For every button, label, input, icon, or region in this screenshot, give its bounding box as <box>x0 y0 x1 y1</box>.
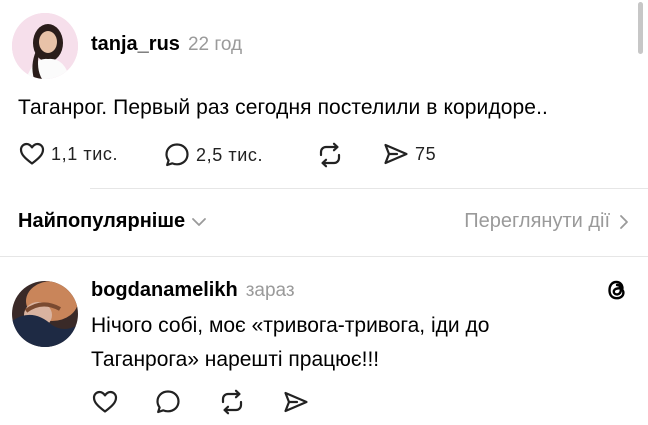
reply-header: bogdanamelikh зараз <box>91 279 295 302</box>
repost-button[interactable] <box>316 142 344 168</box>
reply-text-line-2: Таганрога» нарешті працює!!! <box>91 348 380 371</box>
reply-text: Нічого собі, моє «тривога-тривога, іди д… <box>91 309 631 377</box>
view-activity-link[interactable]: Переглянути дії <box>464 210 630 233</box>
reply-username[interactable]: bogdanamelikh <box>91 279 238 301</box>
sort-dropdown[interactable]: Найпопулярніше <box>18 210 207 233</box>
chevron-right-icon <box>620 214 628 229</box>
heart-icon <box>92 390 118 413</box>
divider <box>90 188 648 189</box>
post-username[interactable]: tanja_rus <box>91 33 180 55</box>
share-count: 75 <box>415 143 437 164</box>
scrollbar[interactable] <box>638 2 643 54</box>
comment-bubble-icon <box>156 390 180 414</box>
view-activity-label: Переглянути дії <box>464 210 610 232</box>
comment-button[interactable]: 2,5 тис. <box>164 142 263 168</box>
send-icon <box>284 391 308 413</box>
post-header: tanja_rus 22 год <box>91 33 242 56</box>
heart-icon <box>19 142 45 165</box>
reply-count: 2,5 тис. <box>196 144 264 165</box>
post-time: 22 год <box>187 34 243 55</box>
sort-label: Найпопулярніше <box>18 210 186 232</box>
divider <box>0 256 648 257</box>
like-count: 1,1 тис. <box>51 143 119 164</box>
post-author-avatar[interactable] <box>12 13 78 79</box>
threads-logo-icon[interactable] <box>604 277 630 308</box>
chevron-down-icon <box>192 217 207 226</box>
reply-like-button[interactable] <box>92 390 118 414</box>
reply-share-button[interactable] <box>283 390 309 414</box>
repost-icon <box>319 142 341 168</box>
reply-time: зараз <box>245 280 295 301</box>
repost-icon <box>221 389 243 415</box>
reply-repost-button[interactable] <box>218 389 246 415</box>
reply-text-line-1: Нічого собі, моє «тривога-тривога, іди д… <box>91 314 490 337</box>
reply-author-avatar[interactable] <box>12 281 78 347</box>
share-button[interactable]: 75 <box>383 142 436 166</box>
like-button[interactable]: 1,1 тис. <box>19 142 118 166</box>
post-text: Таганрог. Первый раз сегодня постелили в… <box>18 96 548 119</box>
comment-bubble-icon <box>165 143 189 167</box>
reply-comment-button[interactable] <box>155 389 181 415</box>
send-icon <box>384 143 408 165</box>
